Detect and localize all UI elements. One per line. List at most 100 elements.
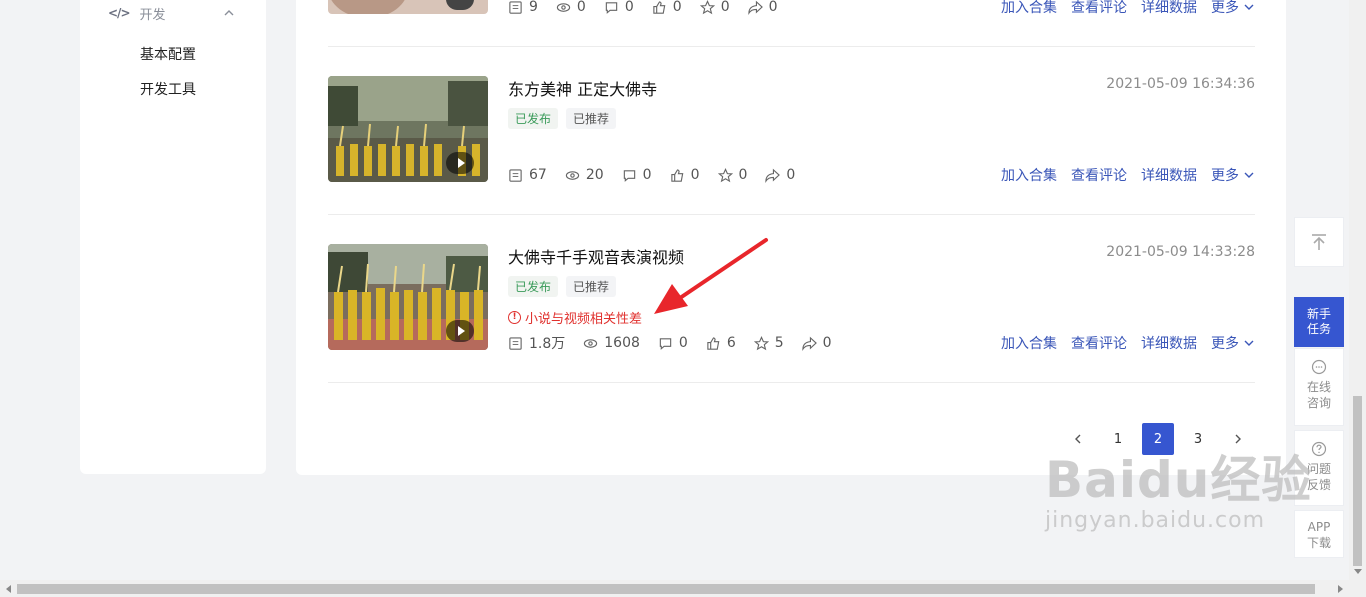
- status-tags: 已发布 已推荐: [508, 108, 617, 129]
- like-icon: [670, 168, 683, 182]
- eye-icon: [565, 170, 579, 180]
- watermark-url: jingyan.baidu.com: [1045, 508, 1266, 533]
- play-count: 67: [529, 167, 547, 183]
- status-badge-recommended: 已推荐: [566, 108, 617, 129]
- back-to-top-button[interactable]: [1294, 217, 1344, 267]
- more-label: 更多: [1211, 0, 1239, 16]
- scroll-down-arrow[interactable]: [1349, 563, 1366, 580]
- sidebar-group-dev[interactable]: </> 开发: [108, 4, 236, 23]
- online-consult-label: 在线咨询: [1306, 380, 1331, 410]
- baidu-watermark: Baidu经验 jingyan.baidu.com: [1045, 450, 1312, 533]
- video-thumbnail[interactable]: [328, 244, 488, 350]
- chevron-right-icon: [1235, 434, 1241, 444]
- view-count: 0: [576, 0, 586, 15]
- arrow-up-icon: [1312, 234, 1326, 250]
- comment-count: 0: [642, 167, 652, 183]
- video-stats: 9 0 0 0 0 0: [508, 0, 796, 16]
- more-dropdown[interactable]: 更多: [1211, 333, 1255, 353]
- sidebar: </> 开发 基本配置 开发工具: [80, 0, 266, 474]
- comment-count: 0: [678, 335, 688, 351]
- chevron-down-icon: [1244, 340, 1254, 346]
- view-comments-link[interactable]: 查看评论: [1071, 333, 1127, 353]
- warning-icon: !: [508, 311, 521, 324]
- chevron-down-icon: [1244, 172, 1254, 178]
- publish-time: 2021-05-09 14:33:28: [1106, 244, 1255, 260]
- share-icon: [765, 168, 781, 183]
- more-label: 更多: [1211, 168, 1239, 184]
- star-icon: [717, 167, 733, 182]
- row-actions: 加入合集 查看评论 详细数据 更多: [987, 0, 1255, 16]
- annotation-arrow: [654, 238, 768, 314]
- chevron-up-icon: [224, 10, 234, 16]
- more-dropdown[interactable]: 更多: [1211, 0, 1255, 17]
- play-icon[interactable]: [446, 152, 474, 174]
- comment-icon: [605, 1, 618, 14]
- watermark-logo: Baidu经验: [1045, 451, 1313, 509]
- chevron-left-icon: [1075, 434, 1081, 444]
- share-count: 0: [786, 167, 796, 183]
- status-badge-published: 已发布: [508, 108, 559, 129]
- divider: [328, 214, 1255, 215]
- publish-time: 2021-05-09 16:34:36: [1106, 76, 1255, 92]
- relevance-warning: ! 小说与视频相关性差: [508, 308, 642, 327]
- sidebar-item-basic-config[interactable]: 基本配置: [140, 44, 196, 64]
- newbie-task-button[interactable]: 新手任务: [1294, 297, 1344, 347]
- add-collection-link[interactable]: 加入合集: [1001, 165, 1057, 185]
- scroll-left-arrow[interactable]: [0, 580, 17, 597]
- favorite-count: 0: [720, 0, 730, 15]
- view-comments-link[interactable]: 查看评论: [1071, 0, 1127, 17]
- star-icon: [753, 335, 769, 350]
- video-list-panel: 9 0 0 0 0 0 加入合集 查看评论 详细数据 更多 东方美神 正定大佛寺…: [296, 0, 1286, 475]
- star-icon: [699, 0, 715, 14]
- status-badge-published: 已发布: [508, 276, 559, 297]
- like-icon: [653, 0, 666, 14]
- share-icon: [802, 336, 817, 351]
- play-count-icon: [509, 0, 522, 14]
- comment-count: 0: [624, 0, 634, 15]
- like-count: 0: [690, 167, 700, 183]
- horizontal-scrollbar[interactable]: [0, 580, 1366, 597]
- chat-icon: [1311, 359, 1327, 375]
- favorite-count: 5: [774, 335, 784, 351]
- scroll-right-arrow[interactable]: [1332, 580, 1349, 597]
- warning-text: 小说与视频相关性差: [525, 312, 643, 327]
- view-comments-link[interactable]: 查看评论: [1071, 165, 1127, 185]
- list-item: 大佛寺千手观音表演视频 2021-05-09 14:33:28 已发布 已推荐 …: [328, 244, 1255, 353]
- share-count: 0: [822, 335, 832, 351]
- more-dropdown[interactable]: 更多: [1211, 165, 1255, 185]
- sidebar-group-label: 开发: [139, 7, 166, 23]
- view-count: 20: [585, 167, 604, 183]
- details-link[interactable]: 详细数据: [1141, 333, 1197, 353]
- add-collection-link[interactable]: 加入合集: [1001, 333, 1057, 353]
- question-icon: [1311, 441, 1327, 457]
- online-consult-button[interactable]: 在线咨询: [1294, 348, 1344, 426]
- eye-icon: [556, 2, 571, 12]
- vertical-scrollbar[interactable]: [1349, 0, 1366, 580]
- details-link[interactable]: 详细数据: [1141, 165, 1197, 185]
- list-item: 9 0 0 0 0 0 加入合集 查看评论 详细数据 更多: [328, 0, 1255, 16]
- eye-icon: [584, 338, 598, 348]
- video-title[interactable]: 东方美神 正定大佛寺: [508, 76, 657, 100]
- list-item: 东方美神 正定大佛寺 2021-05-09 16:34:36 已发布 已推荐 6…: [328, 76, 1255, 184]
- details-link[interactable]: 详细数据: [1141, 0, 1197, 17]
- play-count-icon: [509, 168, 522, 182]
- divider: [328, 46, 1255, 47]
- video-thumbnail[interactable]: [328, 76, 488, 182]
- add-collection-link[interactable]: 加入合集: [1001, 0, 1057, 17]
- vertical-scroll-thumb[interactable]: [1353, 396, 1362, 566]
- like-count: 0: [672, 0, 682, 15]
- like-count: 6: [726, 335, 736, 351]
- sidebar-item-dev-tools[interactable]: 开发工具: [140, 79, 196, 99]
- share-icon: [747, 0, 763, 15]
- horizontal-scroll-thumb[interactable]: [17, 584, 1315, 594]
- comment-icon: [659, 337, 672, 350]
- view-count: 1608: [604, 335, 640, 351]
- row-actions: 加入合集 查看评论 详细数据 更多: [987, 166, 1255, 184]
- video-thumbnail[interactable]: [328, 0, 488, 14]
- share-count: 0: [768, 0, 778, 15]
- favorite-count: 0: [738, 167, 748, 183]
- play-icon[interactable]: [446, 320, 474, 342]
- video-stats: 1.8万 1608 0 6 5 0: [508, 334, 850, 352]
- status-badge-recommended: 已推荐: [566, 276, 617, 297]
- chevron-down-icon: [1244, 4, 1254, 10]
